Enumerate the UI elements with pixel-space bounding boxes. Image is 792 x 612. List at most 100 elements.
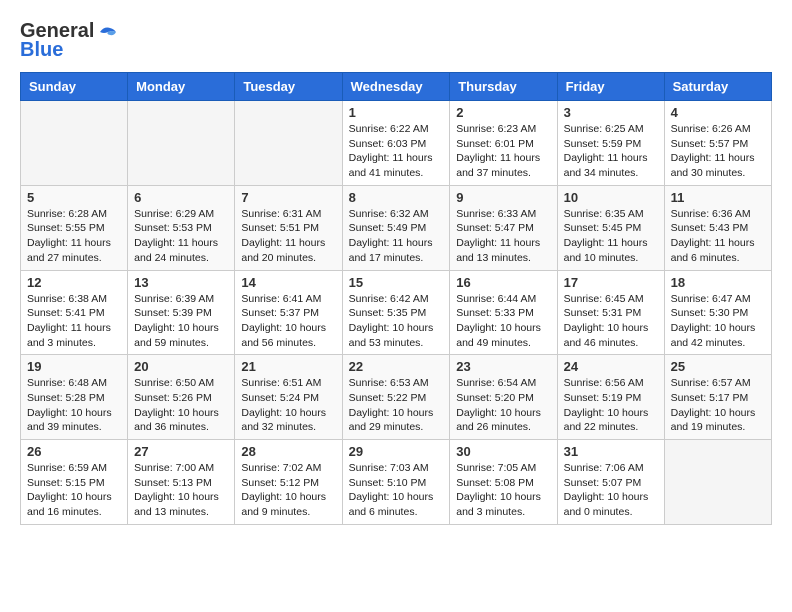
calendar-cell: 1 Sunrise: 6:22 AM Sunset: 6:03 PM Daylig… xyxy=(342,101,450,186)
calendar-cell: 13Sunrise: 6:39 AM Sunset: 5:39 PM Dayli… xyxy=(128,270,235,355)
day-info: Sunrise: 7:05 AM Sunset: 5:08 PM Dayligh… xyxy=(456,461,550,520)
day-number: 10 xyxy=(564,190,658,205)
day-info: Sunrise: 6:29 AM Sunset: 5:53 PM Dayligh… xyxy=(134,207,228,266)
calendar-cell xyxy=(21,101,128,186)
calendar-cell: 12 Sunrise: 6:38 AM Sunset: 5:41 PM Dayli… xyxy=(21,270,128,355)
calendar-header-row: SundayMondayTuesdayWednesdayThursdayFrid… xyxy=(21,73,772,101)
calendar-week-3: 12 Sunrise: 6:38 AM Sunset: 5:41 PM Dayli… xyxy=(21,270,772,355)
calendar-cell: 23 Sunrise: 6:54 AM Sunset: 5:20 PM Dayli… xyxy=(450,355,557,440)
calendar-cell: 27Sunrise: 7:00 AM Sunset: 5:13 PM Dayli… xyxy=(128,440,235,525)
calendar-cell: 15 Sunrise: 6:42 AM Sunset: 5:35 PM Dayli… xyxy=(342,270,450,355)
day-number: 15 xyxy=(349,275,444,290)
day-number: 21 xyxy=(241,359,335,374)
day-info: Sunrise: 7:06 AM Sunset: 5:07 PM Dayligh… xyxy=(564,461,658,520)
calendar-cell: 8Sunrise: 6:32 AM Sunset: 5:49 PM Daylig… xyxy=(342,185,450,270)
day-number: 12 xyxy=(27,275,121,290)
day-number: 9 xyxy=(456,190,550,205)
day-number: 29 xyxy=(349,444,444,459)
calendar-cell: 25 Sunrise: 6:57 AM Sunset: 5:17 PM Dayli… xyxy=(664,355,771,440)
day-number: 17 xyxy=(564,275,658,290)
calendar-cell: 9Sunrise: 6:33 AM Sunset: 5:47 PM Daylig… xyxy=(450,185,557,270)
calendar-cell: 11 Sunrise: 6:36 AM Sunset: 5:43 PM Dayli… xyxy=(664,185,771,270)
day-number: 22 xyxy=(349,359,444,374)
calendar-cell: 2 Sunrise: 6:23 AM Sunset: 6:01 PM Daylig… xyxy=(450,101,557,186)
day-info: Sunrise: 6:35 AM Sunset: 5:45 PM Dayligh… xyxy=(564,207,658,266)
day-info: Sunrise: 6:23 AM Sunset: 6:01 PM Dayligh… xyxy=(456,122,550,181)
day-number: 13 xyxy=(134,275,228,290)
day-info: Sunrise: 6:56 AM Sunset: 5:19 PM Dayligh… xyxy=(564,376,658,435)
day-info: Sunrise: 6:45 AM Sunset: 5:31 PM Dayligh… xyxy=(564,292,658,351)
calendar-cell xyxy=(664,440,771,525)
header-saturday: Saturday xyxy=(664,73,771,101)
day-info: Sunrise: 6:25 AM Sunset: 5:59 PM Dayligh… xyxy=(564,122,658,181)
calendar-cell: 26 Sunrise: 6:59 AM Sunset: 5:15 PM Dayli… xyxy=(21,440,128,525)
day-number: 31 xyxy=(564,444,658,459)
day-number: 27 xyxy=(134,444,228,459)
logo: General Blue xyxy=(20,20,120,62)
calendar-cell xyxy=(235,101,342,186)
calendar-cell: 24 Sunrise: 6:56 AM Sunset: 5:19 PM Dayli… xyxy=(557,355,664,440)
header-friday: Friday xyxy=(557,73,664,101)
calendar-cell: 4 Sunrise: 6:26 AM Sunset: 5:57 PM Daylig… xyxy=(664,101,771,186)
day-number: 3 xyxy=(564,105,658,120)
calendar-week-4: 19Sunrise: 6:48 AM Sunset: 5:28 PM Dayli… xyxy=(21,355,772,440)
day-info: Sunrise: 6:57 AM Sunset: 5:17 PM Dayligh… xyxy=(671,376,765,435)
day-number: 25 xyxy=(671,359,765,374)
day-info: Sunrise: 6:42 AM Sunset: 5:35 PM Dayligh… xyxy=(349,292,444,351)
calendar-cell: 30 Sunrise: 7:05 AM Sunset: 5:08 PM Dayli… xyxy=(450,440,557,525)
day-number: 1 xyxy=(349,105,444,120)
logo-blue: Blue xyxy=(20,39,63,62)
calendar-cell: 18 Sunrise: 6:47 AM Sunset: 5:30 PM Dayli… xyxy=(664,270,771,355)
header-sunday: Sunday xyxy=(21,73,128,101)
day-info: Sunrise: 6:59 AM Sunset: 5:15 PM Dayligh… xyxy=(27,461,121,520)
header-wednesday: Wednesday xyxy=(342,73,450,101)
calendar-week-2: 5 Sunrise: 6:28 AM Sunset: 5:55 PM Daylig… xyxy=(21,185,772,270)
calendar-week-5: 26 Sunrise: 6:59 AM Sunset: 5:15 PM Dayli… xyxy=(21,440,772,525)
day-number: 8 xyxy=(349,190,444,205)
day-number: 4 xyxy=(671,105,765,120)
calendar-cell: 17 Sunrise: 6:45 AM Sunset: 5:31 PM Dayli… xyxy=(557,270,664,355)
calendar-cell xyxy=(128,101,235,186)
calendar-cell: 5 Sunrise: 6:28 AM Sunset: 5:55 PM Daylig… xyxy=(21,185,128,270)
day-info: Sunrise: 6:53 AM Sunset: 5:22 PM Dayligh… xyxy=(349,376,444,435)
page-header: General Blue xyxy=(20,20,772,62)
day-info: Sunrise: 6:50 AM Sunset: 5:26 PM Dayligh… xyxy=(134,376,228,435)
day-number: 24 xyxy=(564,359,658,374)
header-tuesday: Tuesday xyxy=(235,73,342,101)
calendar-cell: 28 Sunrise: 7:02 AM Sunset: 5:12 PM Dayli… xyxy=(235,440,342,525)
day-info: Sunrise: 7:03 AM Sunset: 5:10 PM Dayligh… xyxy=(349,461,444,520)
day-number: 11 xyxy=(671,190,765,205)
day-number: 30 xyxy=(456,444,550,459)
calendar-cell: 3 Sunrise: 6:25 AM Sunset: 5:59 PM Daylig… xyxy=(557,101,664,186)
calendar-cell: 14Sunrise: 6:41 AM Sunset: 5:37 PM Dayli… xyxy=(235,270,342,355)
day-info: Sunrise: 6:47 AM Sunset: 5:30 PM Dayligh… xyxy=(671,292,765,351)
calendar-cell: 22 Sunrise: 6:53 AM Sunset: 5:22 PM Dayli… xyxy=(342,355,450,440)
day-number: 7 xyxy=(241,190,335,205)
day-info: Sunrise: 7:02 AM Sunset: 5:12 PM Dayligh… xyxy=(241,461,335,520)
day-number: 5 xyxy=(27,190,121,205)
day-info: Sunrise: 6:31 AM Sunset: 5:51 PM Dayligh… xyxy=(241,207,335,266)
day-number: 2 xyxy=(456,105,550,120)
day-number: 23 xyxy=(456,359,550,374)
day-number: 18 xyxy=(671,275,765,290)
calendar-cell: 16Sunrise: 6:44 AM Sunset: 5:33 PM Dayli… xyxy=(450,270,557,355)
day-info: Sunrise: 6:41 AM Sunset: 5:37 PM Dayligh… xyxy=(241,292,335,351)
day-number: 20 xyxy=(134,359,228,374)
calendar-cell: 10 Sunrise: 6:35 AM Sunset: 5:45 PM Dayli… xyxy=(557,185,664,270)
day-info: Sunrise: 6:22 AM Sunset: 6:03 PM Dayligh… xyxy=(349,122,444,181)
calendar-week-1: 1 Sunrise: 6:22 AM Sunset: 6:03 PM Daylig… xyxy=(21,101,772,186)
day-info: Sunrise: 6:48 AM Sunset: 5:28 PM Dayligh… xyxy=(27,376,121,435)
day-number: 26 xyxy=(27,444,121,459)
day-info: Sunrise: 6:26 AM Sunset: 5:57 PM Dayligh… xyxy=(671,122,765,181)
calendar-cell: 7 Sunrise: 6:31 AM Sunset: 5:51 PM Daylig… xyxy=(235,185,342,270)
calendar-cell: 19Sunrise: 6:48 AM Sunset: 5:28 PM Dayli… xyxy=(21,355,128,440)
day-info: Sunrise: 6:38 AM Sunset: 5:41 PM Dayligh… xyxy=(27,292,121,351)
calendar-cell: 29 Sunrise: 7:03 AM Sunset: 5:10 PM Dayli… xyxy=(342,440,450,525)
logo-bird-icon xyxy=(96,24,118,40)
day-info: Sunrise: 6:54 AM Sunset: 5:20 PM Dayligh… xyxy=(456,376,550,435)
day-number: 16 xyxy=(456,275,550,290)
day-info: Sunrise: 6:28 AM Sunset: 5:55 PM Dayligh… xyxy=(27,207,121,266)
day-info: Sunrise: 6:36 AM Sunset: 5:43 PM Dayligh… xyxy=(671,207,765,266)
day-number: 28 xyxy=(241,444,335,459)
day-number: 6 xyxy=(134,190,228,205)
